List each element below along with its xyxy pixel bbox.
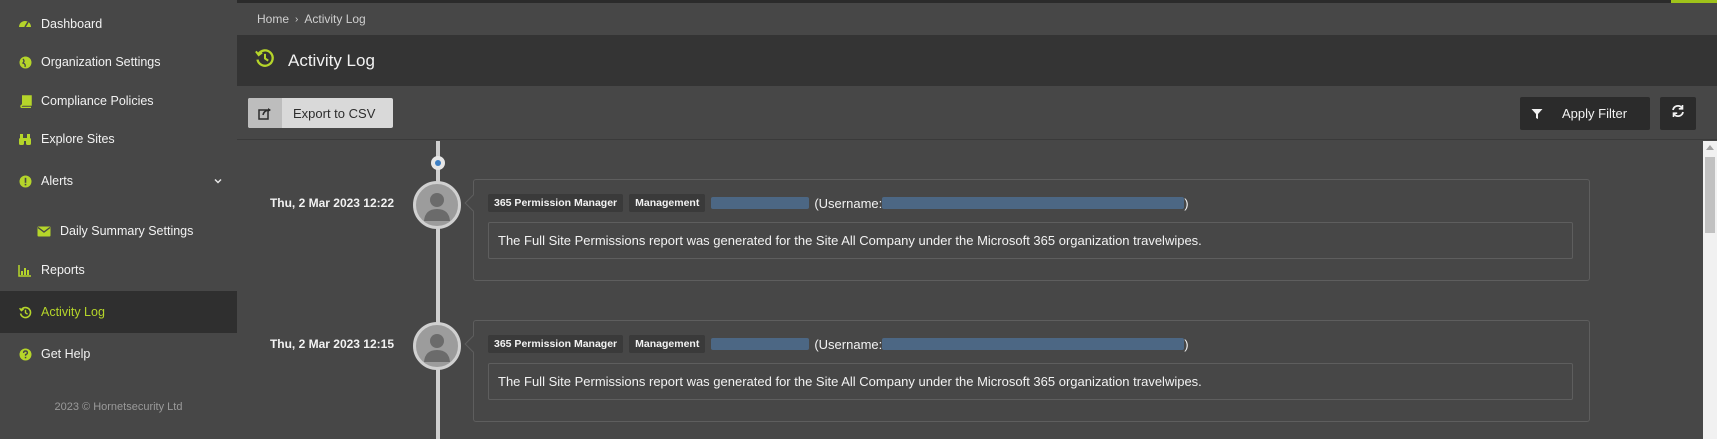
sidebar-item-label: Alerts (41, 174, 73, 188)
main-content: Home › Activity Log Activity Log Export … (237, 3, 1717, 439)
activity-header: 365 Permission Manager Management (Usern… (488, 194, 1189, 212)
sidebar-item-label: Daily Summary Settings (60, 224, 194, 238)
sidebar-item-dashboard[interactable]: Dashboard (0, 3, 237, 45)
filter-icon (1520, 97, 1554, 130)
redacted-username (882, 338, 1185, 350)
book-icon (17, 93, 33, 109)
help-icon (17, 346, 33, 362)
entry-date: Thu, 2 Mar 2023 12:15 (269, 337, 394, 351)
bar-chart-icon (17, 262, 33, 278)
breadcrumb: Home › Activity Log (257, 3, 366, 35)
sidebar-item-label: Compliance Policies (41, 94, 154, 108)
activity-card: 365 Permission Manager Management (Usern… (464, 320, 1590, 422)
sidebar-item-explore-sites[interactable]: Explore Sites (0, 118, 237, 160)
sidebar: Dashboard Organization Settings Complian… (0, 0, 237, 439)
sidebar-item-get-help[interactable]: Get Help (0, 333, 237, 375)
dashboard-icon (17, 16, 33, 32)
username-prefix: (Username: (814, 336, 883, 352)
sidebar-item-label: Organization Settings (41, 55, 161, 69)
breadcrumb-home[interactable]: Home (257, 12, 289, 26)
timeline-start-dot (431, 156, 445, 170)
chevron-right-icon: › (295, 13, 299, 25)
sidebar-item-label: Dashboard (41, 17, 103, 31)
sidebar-item-label: Explore Sites (41, 132, 115, 146)
breadcrumb-current: Activity Log (304, 12, 366, 26)
avatar (413, 322, 461, 370)
toolbar: Export to CSV Apply Filter (237, 86, 1717, 140)
history-icon (255, 48, 275, 73)
sidebar-item-label: Get Help (41, 347, 91, 361)
scrollbar-thumb[interactable] (1705, 157, 1715, 233)
scrollbar[interactable] (1703, 141, 1717, 439)
card-pointer (464, 335, 482, 353)
username-suffix: ) (1184, 336, 1189, 352)
binoculars-icon (17, 131, 33, 147)
sidebar-item-alerts[interactable]: Alerts (0, 160, 237, 202)
activity-card: 365 Permission Manager Management (Usern… (464, 179, 1590, 281)
sidebar-item-daily-summary-settings[interactable]: Daily Summary Settings (0, 210, 237, 252)
redacted-user-name (711, 197, 810, 209)
avatar (413, 181, 461, 229)
activity-header: 365 Permission Manager Management (Usern… (488, 335, 1189, 353)
scroll-up-arrow-icon[interactable] (1706, 145, 1714, 150)
share-icon (248, 98, 282, 128)
category-badge: Management (629, 335, 706, 353)
refresh-button[interactable] (1660, 97, 1696, 130)
globe-icon (17, 54, 33, 70)
sidebar-item-compliance-policies[interactable]: Compliance Policies (0, 80, 237, 122)
activity-timeline: Thu, 2 Mar 2023 12:22 365 Permission Man… (237, 141, 1703, 439)
export-csv-button[interactable]: Export to CSV (248, 98, 393, 128)
page-header: Activity Log (237, 35, 1717, 86)
username-suffix: ) (1184, 195, 1189, 211)
list-item: Thu, 2 Mar 2023 12:22 365 Permission Man… (237, 179, 1703, 311)
export-csv-label: Export to CSV (293, 105, 376, 121)
username-prefix: (Username: (814, 195, 883, 211)
envelope-icon (36, 223, 52, 239)
copyright-footer: 2023 © Hornetsecurity Ltd (54, 401, 183, 413)
chevron-down-icon[interactable] (213, 175, 223, 185)
apply-filter-button[interactable]: Apply Filter (1520, 97, 1650, 130)
redacted-username (882, 197, 1185, 209)
activity-message: The Full Site Permissions report was gen… (488, 222, 1573, 259)
product-badge: 365 Permission Manager (488, 194, 624, 212)
list-item: Thu, 2 Mar 2023 12:15 365 Permission Man… (237, 320, 1703, 439)
activity-message: The Full Site Permissions report was gen… (488, 363, 1573, 400)
sidebar-item-label: Reports (41, 263, 85, 277)
refresh-icon (1671, 104, 1685, 123)
product-badge: 365 Permission Manager (488, 335, 624, 353)
redacted-user-name (711, 338, 810, 350)
alert-icon (17, 173, 33, 189)
entry-date: Thu, 2 Mar 2023 12:22 (269, 196, 394, 210)
page-title: Activity Log (288, 50, 375, 70)
sidebar-item-activity-log[interactable]: Activity Log (0, 291, 237, 333)
history-icon (17, 304, 33, 320)
category-badge: Management (629, 194, 706, 212)
sidebar-item-reports[interactable]: Reports (0, 249, 237, 291)
card-pointer (464, 194, 482, 212)
sidebar-item-organization-settings[interactable]: Organization Settings (0, 41, 237, 83)
sidebar-item-label: Activity Log (41, 305, 105, 319)
apply-filter-label: Apply Filter (1562, 106, 1628, 121)
